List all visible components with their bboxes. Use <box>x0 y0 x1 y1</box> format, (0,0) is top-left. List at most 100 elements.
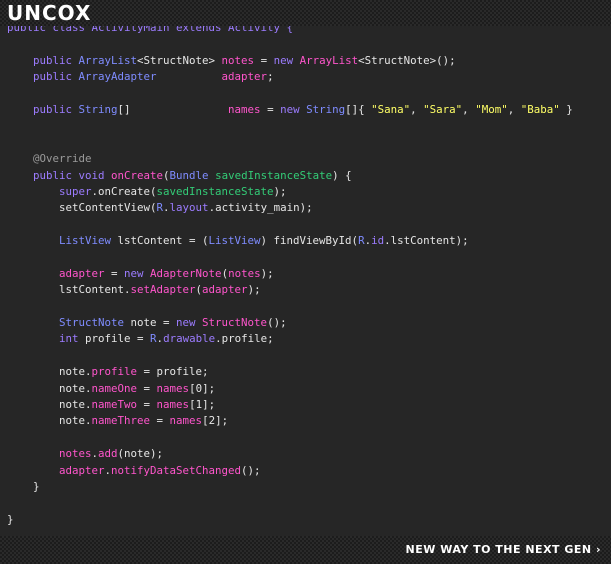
code-token: note = <box>130 316 177 330</box>
code-token: [2]; <box>202 414 229 428</box>
code-token: notes <box>221 53 255 67</box>
code-line: public ArrayList<StructNote> notes = new… <box>0 53 611 69</box>
code-token: onCreate <box>111 168 164 182</box>
gutter-marker <box>0 233 3 249</box>
code-token: add <box>98 447 118 461</box>
gutter-marker <box>0 36 3 52</box>
code-line: StructNote note = new StructNote(); <box>0 315 611 331</box>
code-token: = profile; <box>137 365 209 379</box>
code-token: int <box>7 332 86 346</box>
code-token: ) { <box>332 168 352 182</box>
code-token: (); <box>241 463 261 477</box>
code-token: "Sana" <box>371 102 411 116</box>
gutter-marker <box>0 135 3 151</box>
code-token: adapter <box>202 283 248 297</box>
gutter-marker <box>0 348 3 364</box>
code-token: adapter <box>221 70 268 84</box>
gutter-marker <box>0 446 3 462</box>
code-token: public void <box>7 168 112 182</box>
code-token: ); <box>260 266 274 280</box>
code-line <box>0 299 611 315</box>
code-token: new <box>176 316 203 330</box>
code-token: new <box>273 53 300 67</box>
code-token: [1]; <box>189 397 216 411</box>
code-token: @Override <box>7 152 92 166</box>
code-token: [] <box>117 102 229 116</box>
code-line <box>0 86 611 102</box>
gutter-marker <box>0 512 3 528</box>
code-token: layout <box>169 201 209 215</box>
code-line <box>0 135 611 151</box>
code-token: (); <box>267 316 287 330</box>
code-line: public void onCreate(Bundle savedInstanc… <box>0 168 611 184</box>
code-token: savedInstanceState <box>215 168 333 182</box>
code-token: ListView <box>7 234 118 248</box>
gutter-marker <box>0 151 3 167</box>
code-token: profile = <box>85 332 151 346</box>
code-line: int profile = R.drawable.profile; <box>0 331 611 347</box>
code-token: , <box>410 102 424 116</box>
code-line <box>0 217 611 233</box>
code-token: = <box>137 397 157 411</box>
code-token: = <box>104 266 125 280</box>
code-token: ArrayAdapter <box>78 70 157 84</box>
code-token: .profile; <box>215 332 274 346</box>
gutter-marker <box>0 168 3 184</box>
code-token: .activity_main); <box>208 201 313 215</box>
code-line: note.nameTwo = names[1]; <box>0 397 611 413</box>
gutter-marker <box>0 184 3 200</box>
code-token: setAdapter <box>130 283 196 297</box>
code-token: nameThree <box>91 414 151 428</box>
gutter-marker <box>0 217 3 233</box>
code-token: public class ActivityMain extends Activi… <box>7 26 294 34</box>
code-token: notifyDataSetChanged <box>111 463 242 477</box>
code-token: = <box>260 102 281 116</box>
code-editor: public class ActivityMain extends Activi… <box>0 26 611 536</box>
code-line: note.nameThree = names[2]; <box>0 413 611 429</box>
code-token: .onCreate( <box>91 184 157 198</box>
code-token: "Sara" <box>423 102 463 116</box>
code-token: names <box>228 102 261 116</box>
code-token: profile <box>91 365 138 379</box>
code-line: super.onCreate(savedInstanceState); <box>0 184 611 200</box>
code-token: names <box>169 414 203 428</box>
gutter-marker <box>0 315 3 331</box>
footer-tagline[interactable]: NEW WAY TO THE NEXT GEN › <box>406 543 601 556</box>
code-token: <StructNote>(); <box>358 53 456 67</box>
gutter-marker <box>0 102 3 118</box>
gutter-marker <box>0 381 3 397</box>
code-token: []{ <box>345 102 372 116</box>
code-token: adapter <box>7 463 105 477</box>
gutter-marker <box>0 495 3 511</box>
code-token: nameOne <box>91 381 138 395</box>
code-line <box>0 430 611 446</box>
code-token: Bundle <box>169 168 216 182</box>
code-token: (note); <box>117 447 164 461</box>
gutter-marker <box>0 249 3 265</box>
code-token: = <box>254 53 274 67</box>
gutter-marker <box>0 364 3 380</box>
code-token: [0]; <box>189 381 216 395</box>
code-token: savedInstanceState <box>156 184 274 198</box>
code-token: .lstContent); <box>384 234 469 248</box>
code-token: names <box>156 381 190 395</box>
code-token: } <box>7 479 40 493</box>
code-line: lstContent.setAdapter(adapter); <box>0 282 611 298</box>
code-line: } <box>0 479 611 495</box>
site-logo[interactable]: UNCOX <box>7 1 91 25</box>
code-token: ) findViewById( <box>260 234 359 248</box>
code-line: public String[] names = new String[]{ "S… <box>0 102 611 118</box>
code-token: lstContent = ( <box>117 234 209 248</box>
code-token: public <box>7 70 79 84</box>
code-token: adapter <box>7 266 105 280</box>
code-token: names <box>156 397 190 411</box>
code-token: "Baba" <box>520 102 560 116</box>
code-line: setContentView(R.layout.activity_main); <box>0 200 611 216</box>
code-line: adapter = new AdapterNote(notes); <box>0 266 611 282</box>
gutter-marker <box>0 53 3 69</box>
code-token: } <box>559 102 573 116</box>
gutter-marker <box>0 118 3 134</box>
code-token: <StructNote> <box>137 53 222 67</box>
code-line <box>0 495 611 511</box>
